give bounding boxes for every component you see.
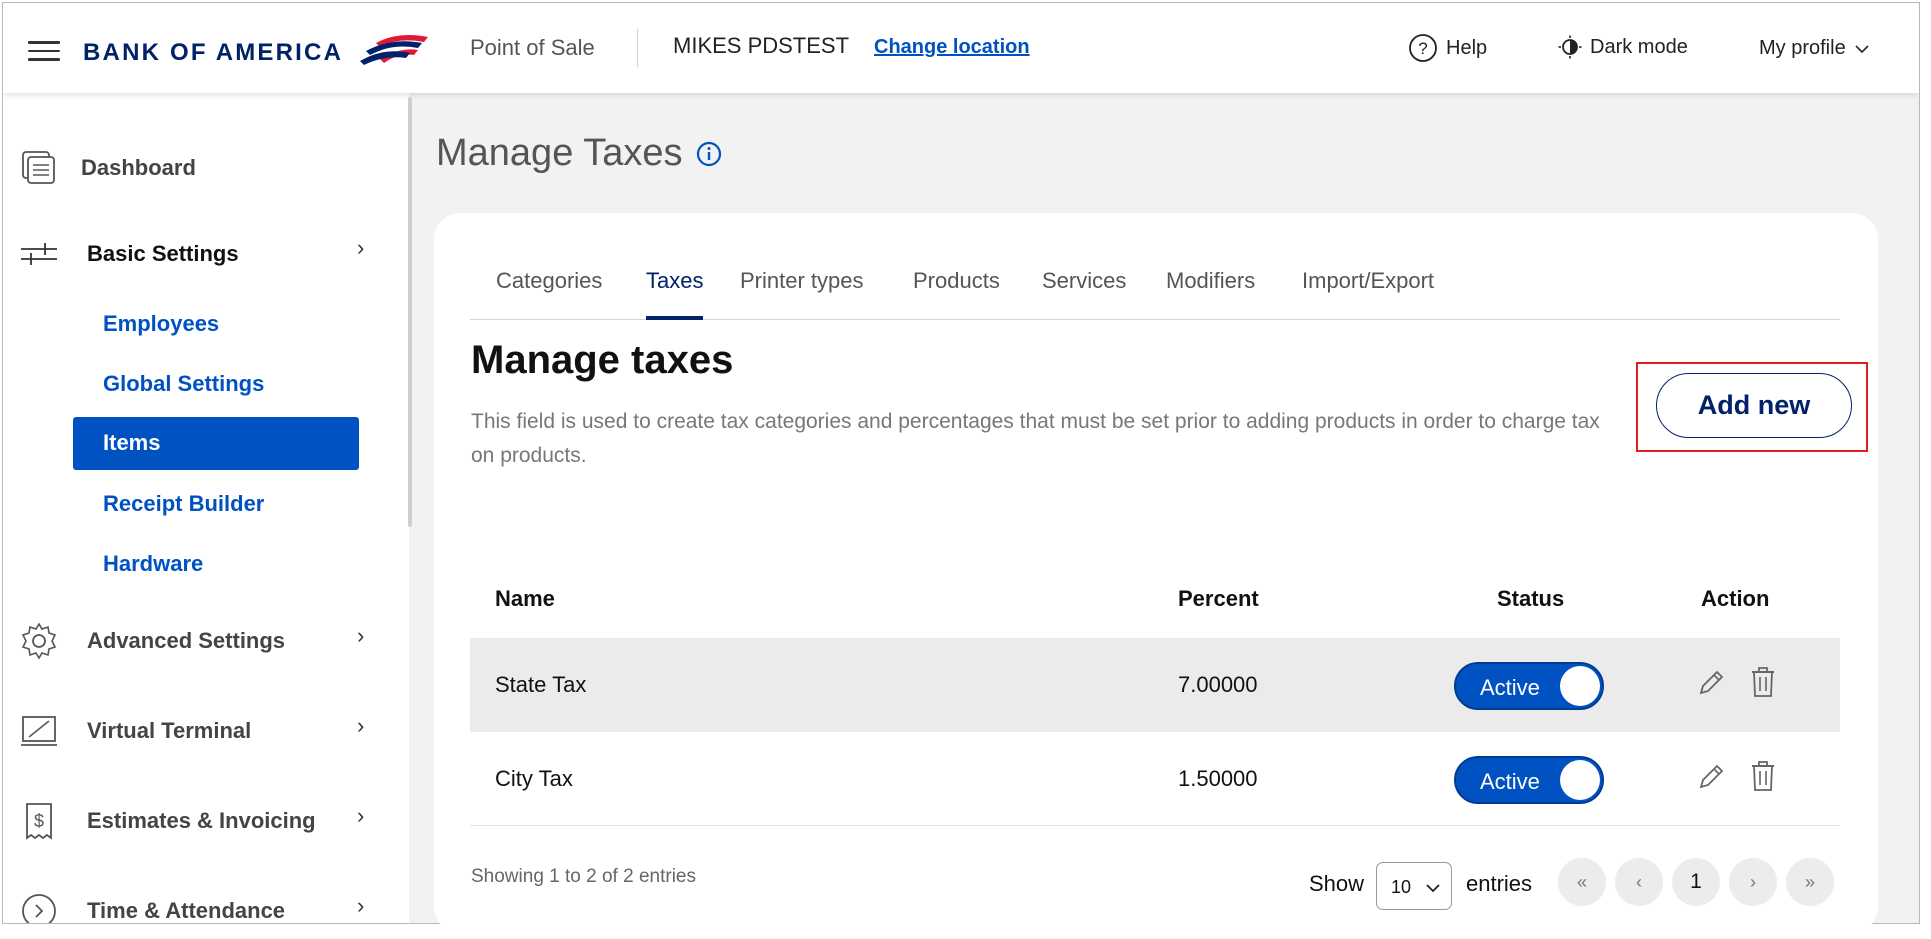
header-divider [637,29,638,67]
column-header-percent: Percent [1178,586,1259,611]
sidebar-item-employees[interactable]: Employees [103,311,219,337]
tax-percent: 1.50000 [1178,766,1258,791]
sidebar-item-estimates-invoicing[interactable]: $ Estimates & Invoicing › [19,801,364,841]
tab-import-export[interactable]: Import/Export [1302,268,1434,320]
sidebar-item-dashboard[interactable]: Dashboard [19,148,196,188]
sidebar-item-hardware[interactable]: Hardware [103,551,203,577]
merchant-name: MIKES PDSTEST [673,33,850,58]
toggle-knob [1560,760,1600,800]
app-name: Point of Sale [470,35,595,60]
sidebar-item-time-attendance[interactable]: Time & Attendance › [19,891,364,923]
tab-products[interactable]: Products [913,268,1000,320]
status-toggle[interactable]: Active [1454,756,1604,804]
pagination-page-1[interactable]: 1 [1672,858,1720,906]
column-header-name: Name [495,586,555,611]
sidebar-item-basic-settings[interactable]: Basic Settings › [19,235,364,269]
chevron-down-icon [1855,44,1869,53]
advanced-settings-label: Advanced Settings [87,628,286,653]
column-header-action: Action [1701,586,1770,611]
sidebar-item-receipt-builder[interactable]: Receipt Builder [103,491,264,517]
chevron-right-icon: › [357,623,365,648]
change-location-link[interactable]: Change location [874,36,1030,59]
page-title-text: Manage Taxes [436,132,683,174]
sidebar-item-global-settings[interactable]: Global Settings [103,371,264,397]
tab-bar: Categories Taxes Printer types Products … [470,262,1840,320]
items-label: Items [103,430,161,455]
table-row: State Tax 7.00000 Active [470,638,1840,732]
help-button[interactable]: ? Help [1408,33,1487,63]
profile-label: My profile [1759,37,1846,59]
sidebar-item-items[interactable]: Items [73,417,359,470]
top-header: BANK OF AMERICA Point of Sale MIKES PDST… [3,3,1919,93]
entries-label: entries [1466,871,1533,896]
edit-pencil-icon[interactable] [1696,762,1726,792]
status-label: Active [1480,675,1540,700]
outer-margin-bottom [0,924,1931,939]
sidebar-item-advanced-settings[interactable]: Advanced Settings › [19,621,364,661]
table-row: City Tax 1.50000 Active [470,732,1840,826]
tab-categories[interactable]: Categories [496,268,602,320]
dark-mode-label: Dark mode [1590,35,1688,58]
dark-mode-toggle[interactable]: Dark mode [1558,35,1688,59]
pagination-first-button[interactable]: « [1558,858,1606,906]
section-title: Manage taxes [471,338,734,382]
edit-pencil-icon[interactable] [1696,668,1726,698]
chevron-down-icon [1426,884,1440,893]
page-title: Manage Taxes [436,132,722,175]
chevron-right-icon: › [357,713,365,738]
invoice-icon: $ [26,803,52,840]
tab-services[interactable]: Services [1042,268,1126,320]
sidebar: Dashboard Basic Settings › Employees Glo… [3,93,409,923]
contrast-icon [1558,35,1582,59]
dashboard-label: Dashboard [81,155,196,180]
page-size-value: 10 [1391,877,1412,897]
brand-logo-text: BANK OF AMERICA [83,39,344,66]
info-icon[interactable] [696,141,722,167]
svg-text:?: ? [1418,39,1427,58]
chevron-right-icon: › [357,893,365,918]
add-new-button[interactable]: Add new [1656,373,1852,438]
tab-taxes[interactable]: Taxes [646,268,704,320]
sidebar-item-virtual-terminal[interactable]: Virtual Terminal › [19,711,364,751]
tax-name: City Tax [495,766,573,791]
tax-percent: 7.00000 [1178,672,1258,697]
my-profile-menu[interactable]: My profile [1759,37,1870,60]
chevron-right-icon: › [357,803,365,828]
trash-icon[interactable] [1750,666,1776,698]
column-header-status: Status [1497,586,1565,611]
flag-logo-icon [360,35,428,65]
virtual-terminal-label: Virtual Terminal [87,718,252,743]
terminal-icon [21,716,57,746]
gear-icon [21,622,57,660]
tab-modifiers[interactable]: Modifiers [1166,268,1255,320]
hamburger-menu-icon[interactable] [28,41,60,63]
help-label: Help [1446,36,1488,59]
estimates-invoicing-label: Estimates & Invoicing [87,808,316,833]
section-description: This field is used to create tax categor… [471,410,1600,467]
pagination-prev-button[interactable]: ‹ [1615,858,1663,906]
trash-icon[interactable] [1750,760,1776,792]
clock-icon [22,894,56,923]
show-label: Show [1309,871,1365,896]
svg-text:$: $ [34,811,44,831]
dashboard-icon [22,151,55,184]
time-attendance-label: Time & Attendance [87,898,286,923]
tax-name: State Tax [495,672,587,697]
entries-info: Showing 1 to 2 of 2 entries [471,866,696,887]
outer-margin-right [1920,0,1931,939]
pagination-last-button[interactable]: » [1786,858,1834,906]
help-icon: ? [1409,34,1437,62]
status-label: Active [1480,769,1540,794]
toggle-knob [1560,666,1600,706]
sliders-icon [21,243,57,265]
chevron-right-icon: › [357,235,365,260]
sidebar-scrollbar[interactable] [408,97,412,527]
tab-printer-types[interactable]: Printer types [740,268,864,320]
basic-settings-label: Basic Settings [87,241,239,266]
pagination-next-button[interactable]: › [1729,858,1777,906]
page-size-select[interactable]: 10 [1376,862,1452,910]
status-toggle[interactable]: Active [1454,662,1604,710]
